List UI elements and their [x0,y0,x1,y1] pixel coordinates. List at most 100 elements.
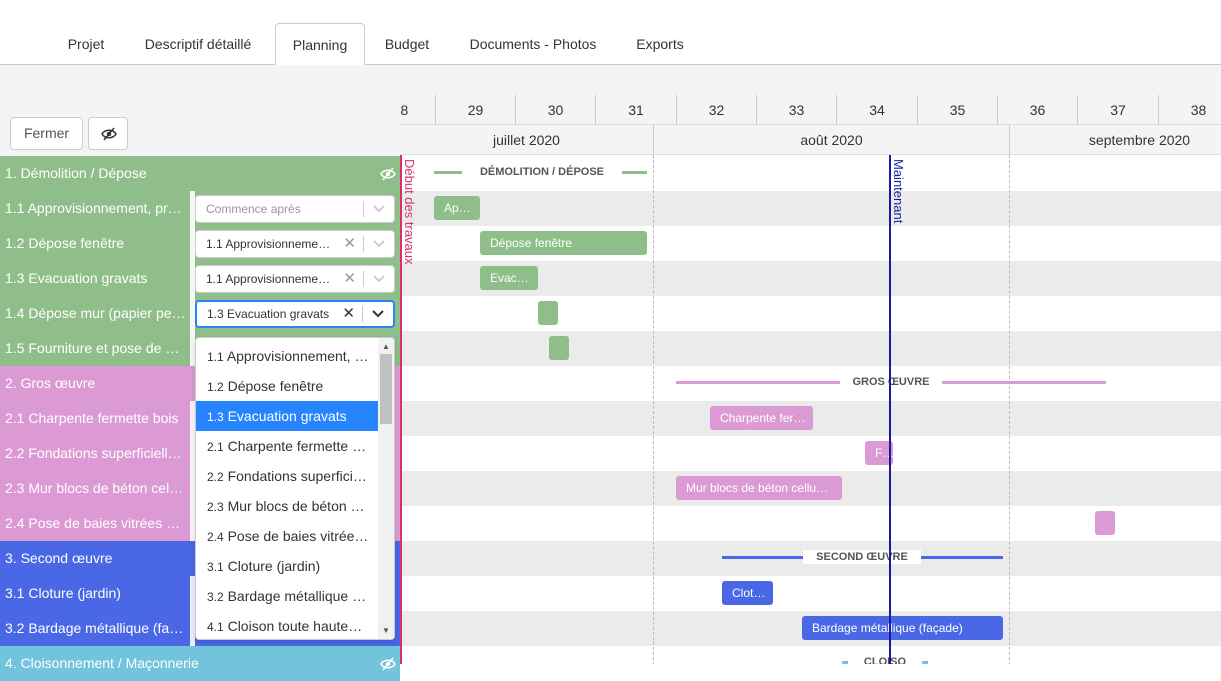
scroll-up-icon[interactable]: ▲ [382,342,390,351]
group-row-demolition[interactable]: 1. Démolition / Dépose [0,156,400,191]
option-number: 2.2 [207,470,224,484]
dropdown-option[interactable]: 3.2 Bardage métallique … [196,581,379,611]
group-bar-label: CLOISO [848,655,922,664]
clear-icon[interactable]: ✕ [343,266,356,292]
gantt-row [400,331,1221,366]
tab-descriptif[interactable]: Descriptif détaillé [126,23,270,65]
task-row[interactable]: 1.2 Dépose fenêtre 1.1 Approvisionnement… [0,226,400,261]
dependency-dropdown-menu[interactable]: 1.1 Approvisionnement, … 1.2 Dépose fenê… [195,337,395,640]
gantt-row [400,296,1221,331]
gantt-row [400,436,1221,471]
task-bar[interactable]: Ap… [434,196,480,220]
option-text: Fondations superfici… [227,468,367,484]
task-bar[interactable]: Bardage métallique (façade) [802,616,1003,640]
group-bar-second-oeuvre[interactable]: SECOND ŒUVRE [722,550,1003,564]
dropdown-option[interactable]: 4.1 Cloison toute haute… [196,611,379,639]
task-row[interactable]: 1.4 Dépose mur (papier pei… 1.3 Evacuati… [0,296,400,331]
dependency-value: 1.1 Approvisionnement… [206,272,331,286]
gantt-chart: 28 29 30 31 32 33 34 35 36 37 38 juillet… [400,95,1221,664]
task-label: 1.4 Dépose mur (papier pei… [5,305,187,321]
task-bar[interactable]: Clot… [722,581,773,605]
task-row[interactable]: 1.3 Evacuation gravats 1.1 Approvisionne… [0,261,400,296]
scrollbar-thumb[interactable] [380,354,392,424]
chevron-down-icon[interactable] [372,239,386,249]
option-number: 1.3 [207,410,224,424]
month-divider [653,155,654,664]
dropdown-option[interactable]: 1.1 Approvisionnement, … [196,341,379,371]
task-label: 1.3 Evacuation gravats [5,270,148,286]
option-text: Dépose fenêtre [227,378,324,394]
option-number: 3.2 [207,590,224,604]
week-cell: 28 [400,95,435,125]
dependency-select[interactable]: 1.1 Approvisionnement… ✕ [195,265,395,293]
clear-icon[interactable]: ✕ [342,301,355,327]
task-bar[interactable]: Evac… [480,266,538,290]
group-bar-cloisonnement[interactable]: CLOISO [842,655,928,664]
eye-slash-icon[interactable] [380,167,396,181]
week-cell: 37 [1077,95,1158,125]
month-header: juillet 2020 août 2020 septembre 2020 [400,125,1221,155]
week-cell: 36 [997,95,1077,125]
week-header: 28 29 30 31 32 33 34 35 36 37 38 [400,95,1221,125]
option-text: Cloture (jardin) [227,558,321,574]
dropdown-option[interactable]: 2.2 Fondations superfici… [196,461,379,491]
group-bar-label: DÉMOLITION / DÉPOSE [462,165,622,179]
dependency-select[interactable]: Commence après [195,195,395,223]
task-bar[interactable] [538,301,558,325]
task-row[interactable]: 1.1 Approvisionnement, pr… Commence aprè… [0,191,400,226]
option-number: 2.1 [207,440,224,454]
tab-exports[interactable]: Exports [621,23,699,65]
month-divider [1009,155,1010,664]
close-button[interactable]: Fermer [10,117,83,150]
task-bar[interactable]: Mur blocs de béton cellu… [676,476,842,500]
month-cell: juillet 2020 [493,132,560,148]
dropdown-option-selected[interactable]: 1.3 Evacuation gravats [196,401,379,431]
task-label: 3.2 Bardage métallique (fa… [5,620,184,636]
option-text: Cloison toute haute… [227,618,363,634]
dropdown-option[interactable]: 3.1 Cloture (jardin) [196,551,379,581]
chevron-down-icon[interactable] [371,309,385,319]
task-label: 1.1 Approvisionnement, pr… [5,200,182,216]
dependency-select[interactable]: 1.1 Approvisionnement… ✕ [195,230,395,258]
dependency-select-open[interactable]: 1.3 Evacuation gravats ✕ [195,300,395,328]
divider [363,201,364,217]
clear-icon[interactable]: ✕ [343,231,356,257]
dropdown-option[interactable]: 1.2 Dépose fenêtre [196,371,379,401]
week-cell: 32 [676,95,756,125]
group-bar-demolition[interactable]: DÉMOLITION / DÉPOSE [434,165,647,179]
group-label: 3. Second œuvre [5,550,113,566]
tab-documents-photos[interactable]: Documents - Photos [452,23,614,65]
group-bar-gros-oeuvre[interactable]: GROS ŒUVRE [676,375,1106,389]
divider [363,271,364,287]
gantt-row [400,646,1221,664]
today-marker-line [889,155,891,664]
task-label: 2.4 Pose de baies vitrées P… [5,515,187,531]
toggle-visibility-button[interactable] [88,117,128,150]
tab-projet[interactable]: Projet [52,23,120,65]
dropdown-option[interactable]: 2.1 Charpente fermette … [196,431,379,461]
dropdown-option[interactable]: 2.3 Mur blocs de béton … [196,491,379,521]
option-text: Pose de baies vitrée… [227,528,369,544]
week-cell: 29 [435,95,515,125]
tab-bar: Projet Descriptif détaillé Planning Budg… [0,0,1221,66]
task-bar[interactable]: Dépose fenêtre [480,231,647,255]
week-cell: 34 [836,95,917,125]
option-text: Mur blocs de béton … [227,498,365,514]
tab-budget[interactable]: Budget [369,23,445,65]
chevron-down-icon[interactable] [372,204,386,214]
month-cell: septembre 2020 [1009,125,1221,155]
task-bar[interactable]: Charpente fer… [710,406,813,430]
dropdown-option[interactable]: 2.4 Pose de baies vitrée… [196,521,379,551]
task-bar[interactable] [1095,511,1115,535]
eye-slash-icon[interactable] [380,657,396,671]
option-text: Bardage métallique … [227,588,367,604]
dropdown-scrollbar[interactable]: ▲ ▼ [378,338,394,639]
tab-planning[interactable]: Planning [275,23,365,66]
task-bar[interactable] [549,336,569,360]
scroll-down-icon[interactable]: ▼ [382,626,390,635]
option-number: 1.1 [207,350,224,364]
eye-slash-icon [101,127,117,141]
chevron-down-icon[interactable] [372,274,386,284]
week-cell: 31 [595,95,676,125]
option-text: Charpente fermette … [227,438,367,454]
